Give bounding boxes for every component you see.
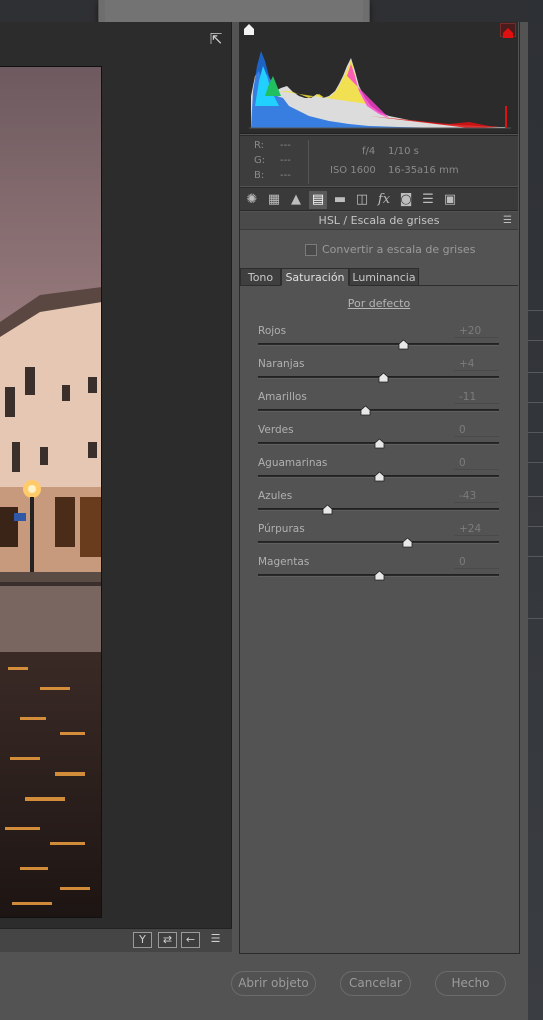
slider-thumb[interactable] [374, 438, 385, 449]
slider-label: Rojos [258, 325, 287, 337]
slider-thumb[interactable] [360, 405, 371, 416]
snapshots-icon[interactable]: ▣ [441, 191, 459, 209]
hsl-tabs: Tono Saturación Luminancia [240, 268, 518, 286]
r-label: R: [254, 140, 265, 151]
hsl-grayscale-icon[interactable]: ▤ [309, 191, 327, 209]
b-label: B: [254, 170, 265, 181]
slider-thumb[interactable] [374, 570, 385, 581]
slider-row: Amarillos -11 [240, 390, 518, 423]
aperture: f/4 [362, 146, 376, 157]
slider-row: Rojos +20 [240, 324, 518, 357]
slider-track[interactable] [258, 508, 499, 511]
slider-row: Magentas 0 [240, 555, 518, 588]
basic-aperture-icon[interactable]: ✺ [243, 191, 261, 209]
slider-track[interactable] [258, 409, 499, 412]
slider-value-field[interactable]: -43 [454, 489, 499, 503]
focal-length: 16-35a16 mm [388, 165, 459, 176]
slider-label: Amarillos [258, 391, 307, 403]
slider-track[interactable] [258, 541, 499, 544]
camera-calibration-icon[interactable]: ◙ [397, 191, 415, 209]
slider-label: Naranjas [258, 358, 305, 370]
slider-row: Verdes 0 [240, 423, 518, 456]
shutter-speed: 1/10 s [388, 146, 419, 157]
histogram [240, 22, 518, 134]
slider-thumb[interactable] [402, 537, 413, 548]
slider-value-field[interactable]: -11 [454, 390, 499, 404]
copy-settings-icon[interactable]: ← [181, 932, 200, 948]
default-link[interactable]: Por defecto [240, 297, 518, 310]
slider-thumb[interactable] [378, 372, 389, 383]
slider-value-field[interactable]: 0 [454, 456, 499, 470]
tab-luminancia[interactable]: Luminancia [349, 268, 419, 286]
shadow-clipping-warning-icon[interactable] [242, 23, 256, 37]
preview-preferences-icon[interactable]: ☰ [206, 932, 225, 948]
slider-label: Magentas [258, 556, 310, 568]
slider-row: Púrpuras +24 [240, 522, 518, 555]
slider-track[interactable] [258, 343, 499, 346]
swap-settings-icon[interactable]: ⇄ [158, 932, 177, 948]
pixel-info: R: --- G: --- B: --- f/4 1/10 s ISO 1600… [240, 135, 518, 186]
before-after-y-icon[interactable]: Y [133, 932, 152, 948]
tab-tono[interactable]: Tono [240, 268, 281, 286]
detail-mountain-icon[interactable]: ▲ [287, 191, 305, 209]
slider-value-field[interactable]: 0 [454, 423, 499, 437]
iso: ISO 1600 [330, 165, 376, 176]
cancel-button[interactable]: Cancelar [340, 971, 411, 996]
slider-thumb[interactable] [374, 471, 385, 482]
slider-label: Aguamarinas [258, 457, 328, 469]
tab-saturacion[interactable]: Saturación [281, 268, 349, 286]
slider-thumb[interactable] [398, 339, 409, 350]
desktop-edge [528, 0, 543, 1020]
tone-curve-icon[interactable]: ▦ [265, 191, 283, 209]
done-button[interactable]: Hecho [435, 971, 506, 996]
slider-label: Azules [258, 490, 293, 502]
preview-image[interactable] [0, 66, 102, 918]
slider-thumb[interactable] [322, 504, 333, 515]
slider-row: Aguamarinas 0 [240, 456, 518, 489]
split-toning-icon[interactable]: ▬ [331, 191, 349, 209]
slider-row: Naranjas +4 [240, 357, 518, 390]
g-label: G: [254, 155, 266, 166]
effects-fx-icon[interactable]: fx [375, 191, 393, 209]
open-object-button[interactable]: Abrir objeto [231, 971, 316, 996]
slider-value-field[interactable]: +24 [454, 522, 499, 536]
slider-label: Púrpuras [258, 523, 305, 535]
grayscale-checkbox[interactable] [305, 244, 317, 256]
slider-value-field[interactable]: +20 [454, 324, 499, 338]
slider-label: Verdes [258, 424, 294, 436]
slider-value-field[interactable]: 0 [454, 555, 499, 569]
panel-toolbar: ✺ ▦ ▲ ▤ ▬ ◫ fx ◙ ☰ ▣ [240, 187, 518, 211]
r-value: --- [280, 140, 291, 151]
presets-icon[interactable]: ☰ [419, 191, 437, 209]
panel-menu-icon[interactable]: ☰ [503, 215, 514, 227]
grayscale-label: Convertir a escala de grises [322, 243, 476, 256]
panel-title: HSL / Escala de grises [240, 212, 518, 230]
toggle-fullscreen-icon[interactable]: ⇱ [206, 30, 226, 48]
highlight-clipping-warning-icon[interactable] [500, 23, 516, 38]
slider-row: Azules -43 [240, 489, 518, 522]
g-value: --- [280, 155, 291, 166]
lens-corrections-icon[interactable]: ◫ [353, 191, 371, 209]
b-value: --- [280, 170, 291, 181]
slider-value-field[interactable]: +4 [454, 357, 499, 371]
